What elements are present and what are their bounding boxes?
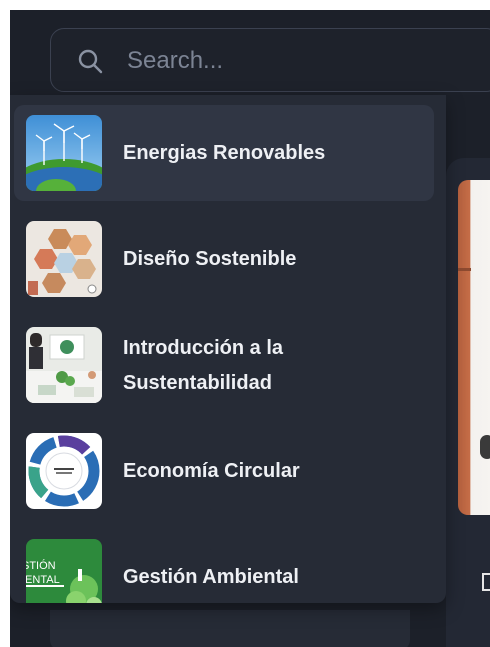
classroom-presentation-thumbnail — [26, 327, 102, 403]
result-label: Energias Renovables — [123, 142, 326, 164]
result-label: Gestión Ambiental — [123, 566, 299, 588]
result-item-gestion-ambiental[interactable]: STIÓN IENTAL Gestión Ambiental — [14, 529, 434, 603]
gestion-ambiental-thumbnail: STIÓN IENTAL — [26, 539, 102, 603]
background-panel — [50, 610, 410, 647]
wind-turbines-earth-thumbnail — [26, 115, 102, 191]
search-bar[interactable] — [50, 28, 490, 92]
result-label: Diseño Sostenible — [123, 248, 297, 270]
result-item-diseno-sostenible[interactable]: Diseño Sostenible — [14, 211, 434, 307]
result-label: Economía Circular — [123, 460, 300, 482]
result-label-line2: Sustentabilidad — [123, 372, 272, 394]
search-results-dropdown: Energias Renovables Diseño Sostenible In… — [10, 95, 446, 603]
circular-economy-diagram-thumbnail — [26, 433, 102, 509]
background-card-icon — [482, 573, 490, 591]
background-card-image — [458, 180, 490, 515]
result-label-line1: Introducción a la — [123, 337, 284, 359]
search-icon — [78, 49, 103, 74]
search-input[interactable] — [125, 43, 469, 79]
thumbnail-text-line1: STIÓN — [26, 559, 56, 572]
hexagon-tiles-thumbnail — [26, 221, 102, 297]
thumbnail-text-line2: IENTAL — [26, 574, 60, 586]
result-item-introduccion-sustentabilidad[interactable]: Introducción a la Sustentabilidad — [14, 317, 434, 413]
result-item-energias-renovables[interactable]: Energias Renovables — [14, 105, 434, 201]
app-window: Energias Renovables Diseño Sostenible — [10, 10, 490, 647]
result-item-economia-circular[interactable]: Economía Circular — [14, 423, 434, 519]
